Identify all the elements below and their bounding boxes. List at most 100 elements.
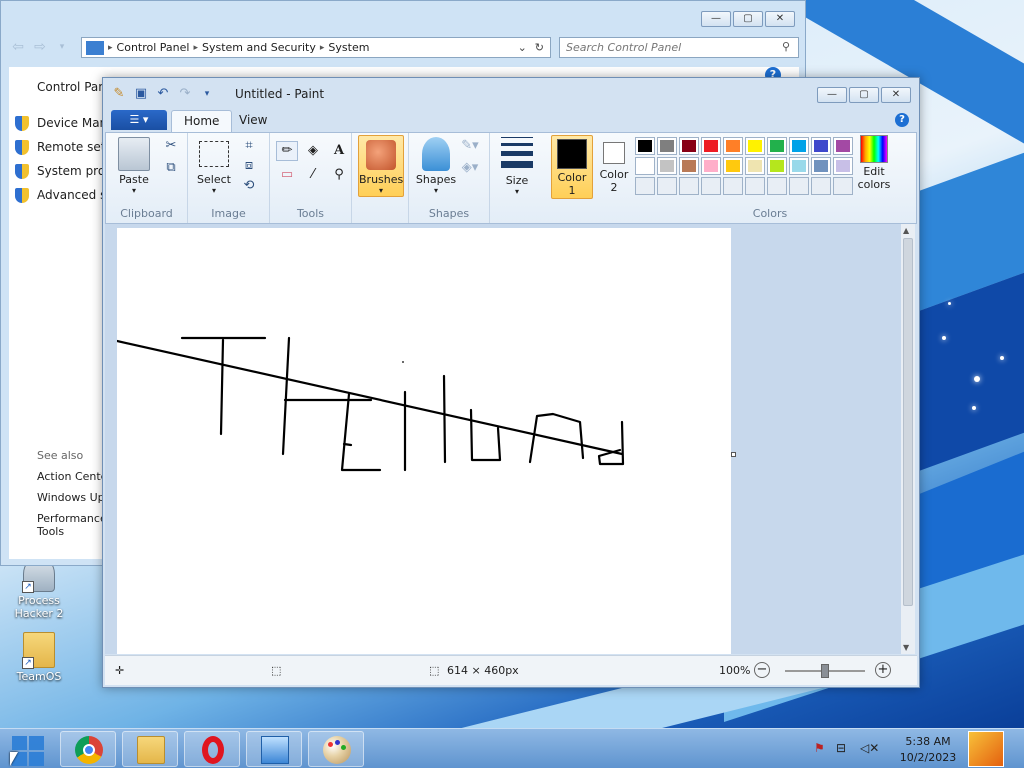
undo-icon[interactable]: ↶ xyxy=(155,86,171,102)
taskbar-chrome[interactable] xyxy=(60,731,116,767)
zoom-slider[interactable] xyxy=(785,664,865,678)
color-2-button[interactable]: Color 2 xyxy=(597,135,631,199)
customize-toolbar-icon[interactable]: ▾ xyxy=(199,86,215,102)
taskbar-control-panel[interactable] xyxy=(246,731,302,767)
scroll-thumb[interactable] xyxy=(903,238,913,606)
palette-custom-slot[interactable] xyxy=(723,177,743,195)
close-button[interactable]: ✕ xyxy=(881,87,911,103)
palette-swatch[interactable] xyxy=(635,157,655,175)
volume-muted-icon[interactable]: ◁✕ xyxy=(860,741,879,755)
palette-swatch[interactable] xyxy=(723,137,743,155)
text-icon[interactable]: A xyxy=(328,141,350,161)
paste-button[interactable]: Paste ▾ xyxy=(114,137,154,195)
file-menu-button[interactable]: ☰ ▾ xyxy=(111,110,167,130)
palette-custom-slot[interactable] xyxy=(745,177,765,195)
maximize-button[interactable]: ▢ xyxy=(733,11,763,27)
shape-fill-icon[interactable]: ◈▾ xyxy=(461,159,479,177)
color-1-button[interactable]: Color 1 xyxy=(551,135,593,199)
network-icon[interactable]: ⊟ xyxy=(836,741,846,755)
scroll-down-arrow-icon[interactable]: ▼ xyxy=(903,643,909,652)
desktop-icon-teamos[interactable]: ↗ TeamOS xyxy=(4,632,74,683)
search-input[interactable]: Search Control Panel ⚲ xyxy=(559,37,799,58)
shapes-button[interactable]: Shapes ▾ xyxy=(413,137,459,195)
palette-swatch[interactable] xyxy=(767,157,787,175)
redo-icon[interactable]: ↷ xyxy=(177,86,193,102)
palette-swatch[interactable] xyxy=(745,157,765,175)
zoom-in-button[interactable]: + xyxy=(875,662,891,678)
palette-swatch[interactable] xyxy=(701,137,721,155)
palette-swatch[interactable] xyxy=(745,137,765,155)
size-button[interactable]: Size ▾ xyxy=(496,137,538,196)
pencil-icon[interactable]: ✏ xyxy=(276,141,298,161)
scroll-up-arrow-icon[interactable]: ▲ xyxy=(903,226,909,235)
palette-swatch[interactable] xyxy=(833,157,853,175)
recent-pages-icon[interactable]: ▾ xyxy=(53,39,71,57)
crop-icon[interactable]: ⌗ xyxy=(240,137,258,155)
resize-icon[interactable]: ⧈ xyxy=(240,157,258,175)
palette-custom-slot[interactable] xyxy=(657,177,677,195)
palette-swatch[interactable] xyxy=(723,157,743,175)
see-also-performance[interactable]: Performance xyxy=(37,512,107,525)
palette-swatch[interactable] xyxy=(679,157,699,175)
outline-icon[interactable]: ✎▾ xyxy=(461,137,479,155)
taskbar-file-explorer[interactable] xyxy=(122,731,178,767)
zoom-out-button[interactable]: − xyxy=(754,662,770,678)
address-bar[interactable]: ▸ Control Panel ▸ System and Security ▸ … xyxy=(81,37,551,58)
breadcrumb-system[interactable]: System xyxy=(324,41,373,54)
palette-custom-slot[interactable] xyxy=(833,177,853,195)
tab-view[interactable]: View xyxy=(227,110,279,132)
palette-custom-slot[interactable] xyxy=(679,177,699,195)
show-desktop-button[interactable] xyxy=(968,731,1004,767)
color-picker-icon[interactable]: ⁄ xyxy=(302,165,324,185)
brushes-button[interactable]: Brushes ▾ xyxy=(358,135,404,197)
select-button[interactable]: Select ▾ xyxy=(194,137,234,195)
palette-custom-slot[interactable] xyxy=(701,177,721,195)
back-arrow-icon[interactable]: ⇦ xyxy=(9,39,27,57)
palette-swatch[interactable] xyxy=(789,137,809,155)
palette-swatch[interactable] xyxy=(657,137,677,155)
palette-swatch[interactable] xyxy=(789,157,809,175)
canvas-resize-handle-right[interactable] xyxy=(731,452,736,457)
palette-custom-slot[interactable] xyxy=(635,177,655,195)
see-also-action-center[interactable]: Action Cente xyxy=(37,470,107,483)
palette-swatch[interactable] xyxy=(657,157,677,175)
close-button[interactable]: ✕ xyxy=(765,11,795,27)
eraser-icon[interactable]: ▭ xyxy=(276,165,298,185)
tab-home[interactable]: Home xyxy=(171,110,233,132)
forward-arrow-icon[interactable]: ⇨ xyxy=(31,39,49,57)
palette-custom-slot[interactable] xyxy=(811,177,831,195)
clock[interactable]: 5:38 AM 10/2/2023 xyxy=(896,734,960,766)
magnifier-icon[interactable]: ⚲ xyxy=(328,165,350,185)
paint-app-icon[interactable]: ✎ xyxy=(111,86,127,102)
taskbar-paint[interactable] xyxy=(308,731,364,767)
rotate-icon[interactable]: ⟲ xyxy=(240,177,258,195)
palette-swatch[interactable] xyxy=(635,137,655,155)
copy-icon[interactable]: ⧉ xyxy=(162,159,180,177)
zoom-slider-thumb[interactable] xyxy=(821,664,829,678)
refresh-icon[interactable]: ↻ xyxy=(535,41,544,54)
see-also-windows-update[interactable]: Windows Up xyxy=(37,491,105,504)
breadcrumb-system-security[interactable]: System and Security xyxy=(198,41,320,54)
palette-swatch[interactable] xyxy=(679,137,699,155)
drawing-canvas[interactable] xyxy=(117,228,731,654)
minimize-button[interactable]: — xyxy=(701,11,731,27)
palette-swatch[interactable] xyxy=(701,157,721,175)
taskbar-opera[interactable] xyxy=(184,731,240,767)
palette-swatch[interactable] xyxy=(767,137,787,155)
maximize-button[interactable]: ▢ xyxy=(849,87,879,103)
chevron-down-icon[interactable]: ⌄ xyxy=(518,41,527,54)
see-also-performance-tools[interactable]: Tools xyxy=(37,525,64,538)
palette-swatch[interactable] xyxy=(811,137,831,155)
save-icon[interactable]: ▣ xyxy=(133,86,149,102)
breadcrumb-control-panel[interactable]: Control Panel xyxy=(113,41,194,54)
edit-colors-button[interactable]: Edit colors xyxy=(854,135,894,191)
palette-swatch[interactable] xyxy=(833,137,853,155)
action-center-icon[interactable]: ⚑ xyxy=(814,741,825,755)
vertical-scrollbar[interactable]: ▲ ▼ xyxy=(901,224,915,654)
help-icon[interactable]: ? xyxy=(895,113,909,127)
minimize-button[interactable]: — xyxy=(817,87,847,103)
palette-custom-slot[interactable] xyxy=(789,177,809,195)
palette-custom-slot[interactable] xyxy=(767,177,787,195)
palette-swatch[interactable] xyxy=(811,157,831,175)
cut-icon[interactable]: ✂ xyxy=(162,137,180,155)
